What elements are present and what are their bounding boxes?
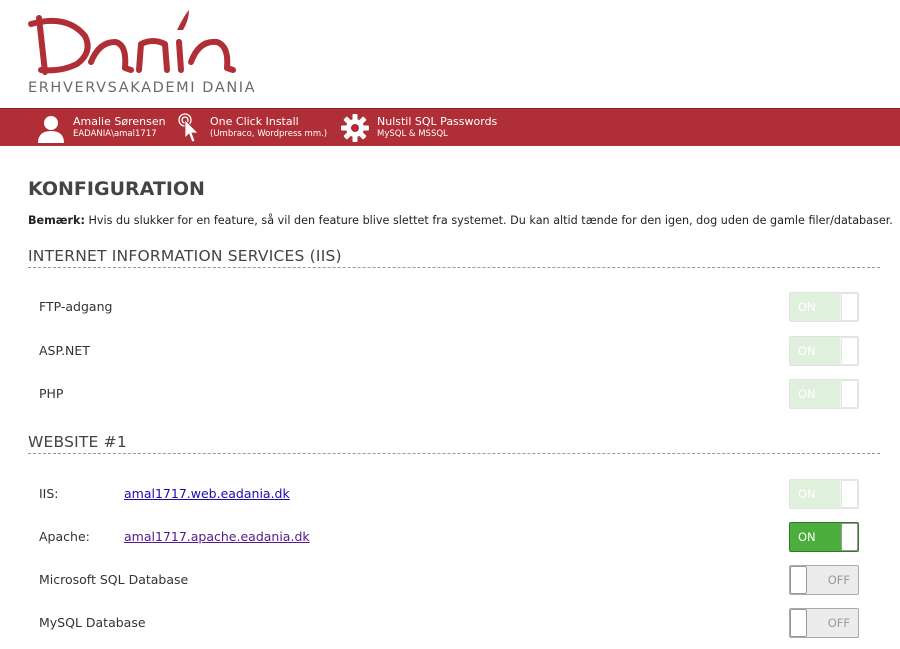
nav-reset-title: Nulstil SQL Passwords — [377, 115, 498, 128]
notice-label: Bemærk: — [28, 214, 85, 227]
feature-row-iis-site: IIS: amal1717.web.eadania.dk ON — [28, 479, 880, 509]
nav-one-click-install[interactable]: One Click Install (Umbraco, Wordpress mm… — [177, 109, 327, 147]
dania-logo — [27, 8, 237, 82]
toggle-state-text: OFF — [827, 573, 850, 587]
feature-row-aspnet: ASP.NET ON — [28, 336, 880, 366]
section-divider — [28, 267, 880, 268]
section-title-website: WEBSITE #1 — [28, 433, 127, 451]
nav-install-sub: (Umbraco, Wordpress mm.) — [210, 129, 328, 139]
user-icon — [36, 113, 66, 143]
top-navbar: Amalie Sørensen EADANIA\amal1717 One Cli… — [0, 108, 900, 146]
iis-site-link[interactable]: amal1717.web.eadania.dk — [124, 486, 290, 501]
toggle-state-text: ON — [798, 530, 816, 544]
section-divider — [28, 453, 880, 454]
mssql-toggle[interactable]: OFF — [789, 565, 859, 595]
section-title-iis: INTERNET INFORMATION SERVICES (IIS) — [28, 247, 342, 265]
toggle-state-text: ON — [798, 344, 816, 358]
apache-toggle[interactable]: ON — [789, 522, 859, 552]
feature-label: Apache: — [39, 529, 90, 544]
gear-icon — [340, 113, 370, 143]
feature-row-php: PHP ON — [28, 379, 880, 409]
header: ERHVERVSAKADEMI DANIA — [0, 0, 900, 108]
aspnet-toggle[interactable]: ON — [789, 336, 859, 366]
feature-label: Microsoft SQL Database — [39, 572, 189, 587]
feature-label: MySQL Database — [39, 615, 146, 630]
notice-text: Bemærk: Hvis du slukker for en feature, … — [28, 214, 893, 227]
toggle-state-text: ON — [798, 300, 816, 314]
page-title: KONFIGURATION — [28, 178, 205, 200]
brand-subtitle: ERHVERVSAKADEMI DANIA — [28, 80, 257, 96]
mysql-toggle[interactable]: OFF — [789, 608, 859, 638]
nav-user-account[interactable]: Amalie Sørensen EADANIA\amal1717 — [36, 109, 166, 147]
feature-label: PHP — [39, 386, 64, 401]
pointer-click-icon — [177, 112, 203, 144]
feature-label: FTP-adgang — [39, 299, 113, 314]
feature-row-mysql: MySQL Database OFF — [28, 608, 880, 638]
nav-reset-sub: MySQL & MSSQL — [377, 129, 448, 139]
toggle-state-text: OFF — [827, 616, 850, 630]
nav-reset-sql-passwords[interactable]: Nulstil SQL Passwords MySQL & MSSQL — [340, 109, 497, 147]
nav-user-name: Amalie Sørensen — [73, 115, 166, 128]
iis-site-toggle[interactable]: ON — [789, 479, 859, 509]
feature-label: IIS: — [39, 486, 59, 501]
feature-row-apache-site: Apache: amal1717.apache.eadania.dk ON — [28, 522, 880, 552]
feature-row-ftp: FTP-adgang ON — [28, 292, 880, 322]
nav-install-title: One Click Install — [210, 115, 299, 128]
feature-row-mssql: Microsoft SQL Database OFF — [28, 565, 880, 595]
toggle-state-text: ON — [798, 487, 816, 501]
ftp-toggle[interactable]: ON — [789, 292, 859, 322]
toggle-state-text: ON — [798, 387, 816, 401]
notice-body: Hvis du slukker for en feature, så vil d… — [84, 214, 893, 227]
feature-label: ASP.NET — [39, 343, 90, 358]
php-toggle[interactable]: ON — [789, 379, 859, 409]
apache-site-link[interactable]: amal1717.apache.eadania.dk — [124, 529, 310, 544]
nav-user-login: EADANIA\amal1717 — [73, 129, 157, 139]
